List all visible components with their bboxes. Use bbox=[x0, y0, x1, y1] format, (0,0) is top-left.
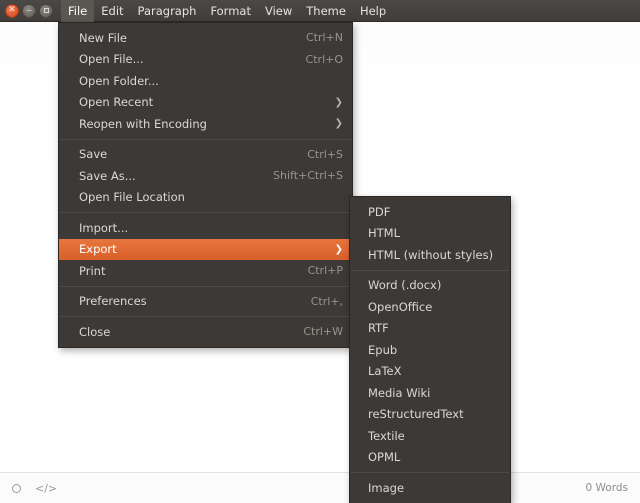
file-menu-item-import[interactable]: Import... bbox=[59, 217, 352, 239]
menu-item-label: LaTeX bbox=[368, 364, 401, 378]
menubar-item-file[interactable]: File bbox=[61, 0, 94, 22]
menu-item-label: Textile bbox=[368, 429, 405, 443]
menu-item-label: Preferences bbox=[79, 294, 147, 308]
menu-item-label: Reopen with Encoding bbox=[79, 117, 207, 131]
titlebar: ✕ − File Edit Paragraph Format View Them… bbox=[0, 0, 640, 22]
file-menu-item-save[interactable]: Save Ctrl+S bbox=[59, 144, 352, 166]
menu-item-label: Open File Location bbox=[79, 190, 185, 204]
menu-item-shortcut: Ctrl+N bbox=[286, 31, 343, 44]
export-menu-item-rtf[interactable]: RTF bbox=[350, 318, 510, 340]
menu-separator bbox=[60, 286, 351, 287]
menu-item-label: OpenOffice bbox=[368, 300, 432, 314]
focus-mode-icon[interactable] bbox=[12, 484, 21, 493]
menu-separator bbox=[60, 316, 351, 317]
menubar: File Edit Paragraph Format View Theme He… bbox=[61, 0, 393, 22]
menu-item-shortcut: Ctrl+S bbox=[287, 148, 343, 161]
export-menu-item-openoffice[interactable]: OpenOffice bbox=[350, 296, 510, 318]
menu-item-label: Image bbox=[368, 481, 404, 495]
export-menu-item-pdf[interactable]: PDF bbox=[350, 201, 510, 223]
maximize-window-icon[interactable] bbox=[39, 4, 53, 18]
menu-item-label: HTML (without styles) bbox=[368, 248, 493, 262]
minimize-window-icon[interactable]: − bbox=[22, 4, 36, 18]
menubar-item-theme[interactable]: Theme bbox=[299, 0, 353, 22]
file-menu-item-new-file[interactable]: New File Ctrl+N bbox=[59, 27, 352, 49]
file-menu-item-open-file[interactable]: Open File... Ctrl+O bbox=[59, 49, 352, 71]
statusbar: </> 0 Words bbox=[0, 472, 640, 503]
menu-separator bbox=[351, 472, 509, 473]
export-submenu: PDF HTML HTML (without styles) Word (.docx)… bbox=[349, 196, 511, 503]
chevron-right-icon: ❯ bbox=[315, 118, 343, 129]
menu-item-label: Epub bbox=[368, 343, 397, 357]
file-menu-item-print[interactable]: Print Ctrl+P bbox=[59, 260, 352, 282]
menu-item-label: Close bbox=[79, 325, 110, 339]
chevron-right-icon: ❯ bbox=[315, 97, 343, 108]
export-menu-item-restructuredtext[interactable]: reStructuredText bbox=[350, 404, 510, 426]
menu-item-label: Import... bbox=[79, 221, 128, 235]
menu-item-shortcut: Ctrl+P bbox=[288, 264, 343, 277]
file-menu-item-save-as[interactable]: Save As... Shift+Ctrl+S bbox=[59, 165, 352, 187]
menu-separator bbox=[60, 139, 351, 140]
export-menu-item-latex[interactable]: LaTeX bbox=[350, 361, 510, 383]
menubar-item-paragraph[interactable]: Paragraph bbox=[131, 0, 204, 22]
menu-item-shortcut: Ctrl+, bbox=[291, 295, 343, 308]
menu-item-label: New File bbox=[79, 31, 127, 45]
menu-item-label: Save As... bbox=[79, 169, 136, 183]
menu-item-label: RTF bbox=[368, 321, 389, 335]
file-menu-item-reopen-with-encoding[interactable]: Reopen with Encoding ❯ bbox=[59, 113, 352, 135]
menu-item-label: Save bbox=[79, 147, 107, 161]
menu-item-label: PDF bbox=[368, 205, 390, 219]
export-menu-item-html[interactable]: HTML bbox=[350, 223, 510, 245]
export-menu-item-html-without-styles[interactable]: HTML (without styles) bbox=[350, 244, 510, 266]
source-code-icon[interactable]: </> bbox=[35, 483, 57, 494]
menu-item-label: Word (.docx) bbox=[368, 278, 441, 292]
export-menu-item-word-docx[interactable]: Word (.docx) bbox=[350, 275, 510, 297]
export-menu-item-epub[interactable]: Epub bbox=[350, 339, 510, 361]
menu-item-label: Open Folder... bbox=[79, 74, 159, 88]
menu-item-shortcut: Ctrl+W bbox=[283, 325, 343, 338]
menu-item-label: HTML bbox=[368, 226, 400, 240]
export-menu-item-media-wiki[interactable]: Media Wiki bbox=[350, 382, 510, 404]
window-controls: ✕ − bbox=[0, 4, 61, 18]
file-menu-item-close[interactable]: Close Ctrl+W bbox=[59, 321, 352, 343]
chevron-right-icon: ❯ bbox=[315, 244, 343, 255]
menubar-item-edit[interactable]: Edit bbox=[94, 0, 130, 22]
menu-item-shortcut: Ctrl+O bbox=[286, 53, 343, 66]
menu-item-label: Open File... bbox=[79, 52, 144, 66]
menu-separator bbox=[60, 212, 351, 213]
export-menu-item-opml[interactable]: OPML bbox=[350, 447, 510, 469]
menu-item-label: OPML bbox=[368, 450, 400, 464]
menu-item-label: Open Recent bbox=[79, 95, 153, 109]
menu-item-label: Print bbox=[79, 264, 105, 278]
menubar-item-help[interactable]: Help bbox=[353, 0, 393, 22]
menubar-item-view[interactable]: View bbox=[258, 0, 299, 22]
word-count-label: 0 Words bbox=[586, 482, 628, 494]
file-menu-item-preferences[interactable]: Preferences Ctrl+, bbox=[59, 291, 352, 313]
menubar-item-format[interactable]: Format bbox=[203, 0, 258, 22]
file-dropdown-menu: New File Ctrl+N Open File... Ctrl+O Open Fol… bbox=[58, 22, 353, 348]
file-menu-item-open-recent[interactable]: Open Recent ❯ bbox=[59, 92, 352, 114]
menu-item-label: Media Wiki bbox=[368, 386, 430, 400]
export-menu-item-image[interactable]: Image bbox=[350, 477, 510, 499]
file-menu-item-open-file-location[interactable]: Open File Location bbox=[59, 187, 352, 209]
close-window-icon[interactable]: ✕ bbox=[5, 4, 19, 18]
file-menu-item-open-folder[interactable]: Open Folder... bbox=[59, 70, 352, 92]
file-menu-item-export[interactable]: Export ❯ bbox=[59, 239, 352, 261]
menu-item-label: reStructuredText bbox=[368, 407, 464, 421]
export-menu-item-textile[interactable]: Textile bbox=[350, 425, 510, 447]
statusbar-left-group: </> bbox=[12, 483, 57, 494]
menu-item-shortcut: Shift+Ctrl+S bbox=[253, 169, 343, 182]
maximize-square-icon bbox=[44, 8, 49, 13]
app-window: ✕ − File Edit Paragraph Format View Them… bbox=[0, 0, 640, 503]
menu-item-label: Export bbox=[79, 242, 117, 256]
menu-separator bbox=[351, 270, 509, 271]
focus-mode-circle bbox=[12, 484, 21, 493]
